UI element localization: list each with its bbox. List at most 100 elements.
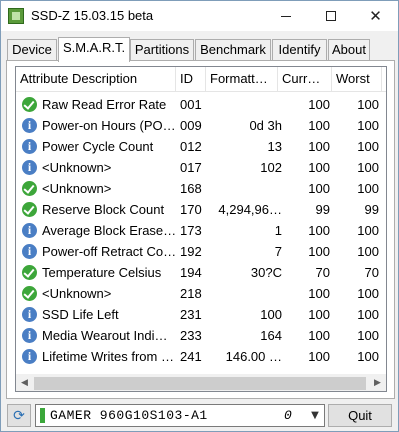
attribute-current: 100 bbox=[308, 160, 330, 175]
attribute-current: 100 bbox=[308, 307, 330, 322]
attribute-formatted: 0d 3h bbox=[249, 118, 282, 133]
list-item[interactable]: Media Wearout Indi… 233 164 100 100 bbox=[16, 325, 386, 346]
list-item[interactable]: <Unknown> 168 100 100 bbox=[16, 178, 386, 199]
attribute-formatted: 30?C bbox=[250, 265, 282, 280]
info-icon bbox=[22, 244, 37, 259]
maximize-button[interactable] bbox=[308, 1, 353, 30]
attribute-id: 168 bbox=[180, 181, 202, 196]
ok-icon bbox=[22, 97, 37, 112]
info-icon bbox=[22, 307, 37, 322]
attribute-current: 70 bbox=[315, 265, 330, 280]
column-header-worst[interactable]: Worst bbox=[332, 67, 382, 91]
attribute-current: 100 bbox=[308, 223, 330, 238]
attribute-formatted bbox=[212, 178, 282, 199]
list-header: Attribute Description ID Formatt… Curr… … bbox=[16, 67, 386, 92]
list-item[interactable]: SSD Life Left 231 100 100 100 bbox=[16, 304, 386, 325]
horizontal-scrollbar[interactable]: ◀ ▶ bbox=[16, 374, 386, 391]
list-item[interactable]: Average Block Erase… 173 1 100 100 bbox=[16, 220, 386, 241]
attribute-current: 100 bbox=[308, 328, 330, 343]
list-item[interactable]: Power-on Hours (PO… 009 0d 3h 100 100 bbox=[16, 115, 386, 136]
attribute-current: 100 bbox=[308, 97, 330, 112]
column-header-threshold[interactable]: Tl bbox=[382, 67, 386, 91]
window-title: SSD-Z 15.03.15 beta bbox=[31, 8, 154, 23]
tab-benchmark[interactable]: Benchmark bbox=[195, 39, 271, 61]
attribute-id: 012 bbox=[180, 139, 202, 154]
smart-attribute-list[interactable]: Attribute Description ID Formatt… Curr… … bbox=[15, 66, 387, 392]
ok-icon bbox=[22, 181, 37, 196]
attribute-description: <Unknown> bbox=[42, 181, 112, 196]
info-icon bbox=[22, 223, 37, 238]
info-icon bbox=[22, 349, 37, 364]
attribute-description: Average Block Erase… bbox=[42, 223, 177, 238]
tab-about[interactable]: About bbox=[328, 39, 370, 61]
attribute-worst: 100 bbox=[357, 160, 379, 175]
attribute-current: 100 bbox=[308, 181, 330, 196]
tab-device[interactable]: Device bbox=[7, 39, 57, 61]
tab-partitions[interactable]: Partitions bbox=[130, 39, 194, 61]
attribute-description: SSD Life Left bbox=[42, 307, 119, 322]
attribute-worst: 70 bbox=[364, 265, 379, 280]
attribute-worst: 100 bbox=[357, 307, 379, 322]
attribute-worst: 100 bbox=[357, 97, 379, 112]
attribute-id: 194 bbox=[180, 265, 202, 280]
attribute-formatted: 1 bbox=[274, 223, 282, 238]
attribute-worst: 100 bbox=[357, 223, 379, 238]
attribute-id: 009 bbox=[180, 118, 202, 133]
column-header-id[interactable]: ID bbox=[176, 67, 206, 91]
attribute-description: Temperature Celsius bbox=[42, 265, 162, 280]
column-header-formatted[interactable]: Formatt… bbox=[206, 67, 278, 91]
list-item[interactable]: Power Cycle Count 012 13 100 100 bbox=[16, 136, 386, 157]
attribute-worst: 99 bbox=[364, 202, 379, 217]
scrollbar-thumb[interactable] bbox=[34, 377, 366, 390]
scroll-left-icon[interactable]: ◀ bbox=[16, 375, 33, 391]
column-header-current[interactable]: Curr… bbox=[278, 67, 332, 91]
attribute-description: Raw Read Error Rate bbox=[42, 97, 167, 112]
tab-smart[interactable]: S.M.A.R.T. bbox=[58, 37, 130, 62]
list-item[interactable]: Power-off Retract Co… 192 7 100 100 bbox=[16, 241, 386, 262]
attribute-current: 99 bbox=[315, 202, 330, 217]
attribute-description: Reserve Block Count bbox=[42, 202, 165, 217]
attribute-description: Power-off Retract Co… bbox=[42, 244, 177, 259]
list-item[interactable]: Lifetime Writes from … 241 146.00 … 100 … bbox=[16, 346, 386, 367]
attribute-id: 241 bbox=[180, 349, 202, 364]
drive-index: 0 bbox=[284, 408, 292, 423]
chevron-down-icon[interactable]: ▼ bbox=[308, 405, 322, 426]
drive-status-led bbox=[40, 408, 45, 423]
quit-button[interactable]: Quit bbox=[328, 404, 392, 427]
title-bar[interactable]: SSD-Z 15.03.15 beta ✕ bbox=[1, 1, 398, 31]
attribute-description: Media Wearout Indi… bbox=[42, 328, 168, 343]
attribute-id: 192 bbox=[180, 244, 202, 259]
refresh-button[interactable]: ⟳ bbox=[7, 404, 31, 427]
attribute-current: 100 bbox=[308, 244, 330, 259]
attribute-formatted: 100 bbox=[260, 307, 282, 322]
list-item[interactable]: <Unknown> 218 100 100 bbox=[16, 283, 386, 304]
attribute-description: Lifetime Writes from … bbox=[42, 349, 174, 364]
list-item[interactable]: Temperature Celsius 194 30?C 70 70 bbox=[16, 262, 386, 283]
attribute-id: 231 bbox=[180, 307, 202, 322]
attribute-id: 233 bbox=[180, 328, 202, 343]
tab-strip: Device S.M.A.R.T. Partitions Benchmark I… bbox=[7, 37, 387, 62]
list-item[interactable]: Raw Read Error Rate 001 100 100 bbox=[16, 94, 386, 115]
attribute-formatted bbox=[212, 283, 282, 304]
ok-icon bbox=[22, 202, 37, 217]
column-header-description[interactable]: Attribute Description bbox=[16, 67, 176, 91]
drive-selector[interactable]: GAMER 960G10S103-A1 0 ▼ bbox=[35, 404, 325, 427]
attribute-formatted: 7 bbox=[274, 244, 282, 259]
ok-icon bbox=[22, 265, 37, 280]
attribute-worst: 100 bbox=[357, 349, 379, 364]
app-icon bbox=[8, 8, 24, 24]
list-item[interactable]: <Unknown> 017 102 100 100 bbox=[16, 157, 386, 178]
app-window: SSD-Z 15.03.15 beta ✕ Device S.M.A.R.T. … bbox=[0, 0, 399, 432]
bottom-bar: ⟳ GAMER 960G10S103-A1 0 ▼ Quit bbox=[1, 399, 398, 431]
tab-identify[interactable]: Identify bbox=[272, 39, 327, 61]
scroll-right-icon[interactable]: ▶ bbox=[369, 375, 386, 391]
attribute-id: 017 bbox=[180, 160, 202, 175]
maximize-icon bbox=[325, 10, 336, 21]
attribute-id: 170 bbox=[180, 202, 202, 217]
list-item[interactable]: Reserve Block Count 170 4,294,96… 99 99 bbox=[16, 199, 386, 220]
minimize-button[interactable] bbox=[263, 1, 308, 30]
list-rows: Raw Read Error Rate 001 100 100 Power-on… bbox=[16, 94, 386, 367]
close-button[interactable]: ✕ bbox=[353, 1, 398, 30]
drive-name: GAMER 960G10S103-A1 bbox=[50, 408, 208, 423]
attribute-current: 100 bbox=[308, 286, 330, 301]
